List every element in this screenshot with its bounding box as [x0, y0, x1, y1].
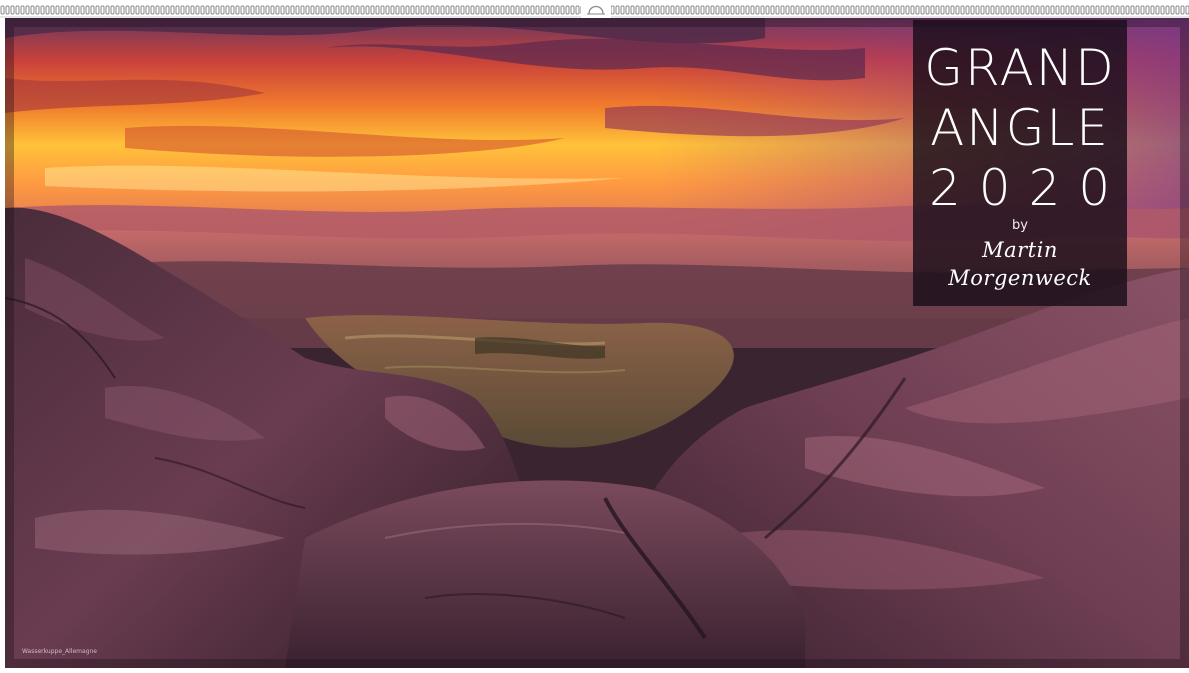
hanger-hook-icon: [581, 0, 611, 18]
calendar-title-panel: GRAND ANGLE 2020 by Martin Morgenweck: [913, 20, 1127, 306]
title-by: by: [1012, 218, 1028, 233]
title-line-grand: GRAND: [924, 39, 1116, 97]
author-signature: Martin Morgenweck: [948, 238, 1092, 290]
spiral-binding: [0, 0, 1189, 18]
title-line-angle: ANGLE: [930, 99, 1110, 157]
photo-caption: Wasserkuppe_Allemagne: [22, 648, 97, 655]
title-year: 2020: [929, 159, 1129, 217]
